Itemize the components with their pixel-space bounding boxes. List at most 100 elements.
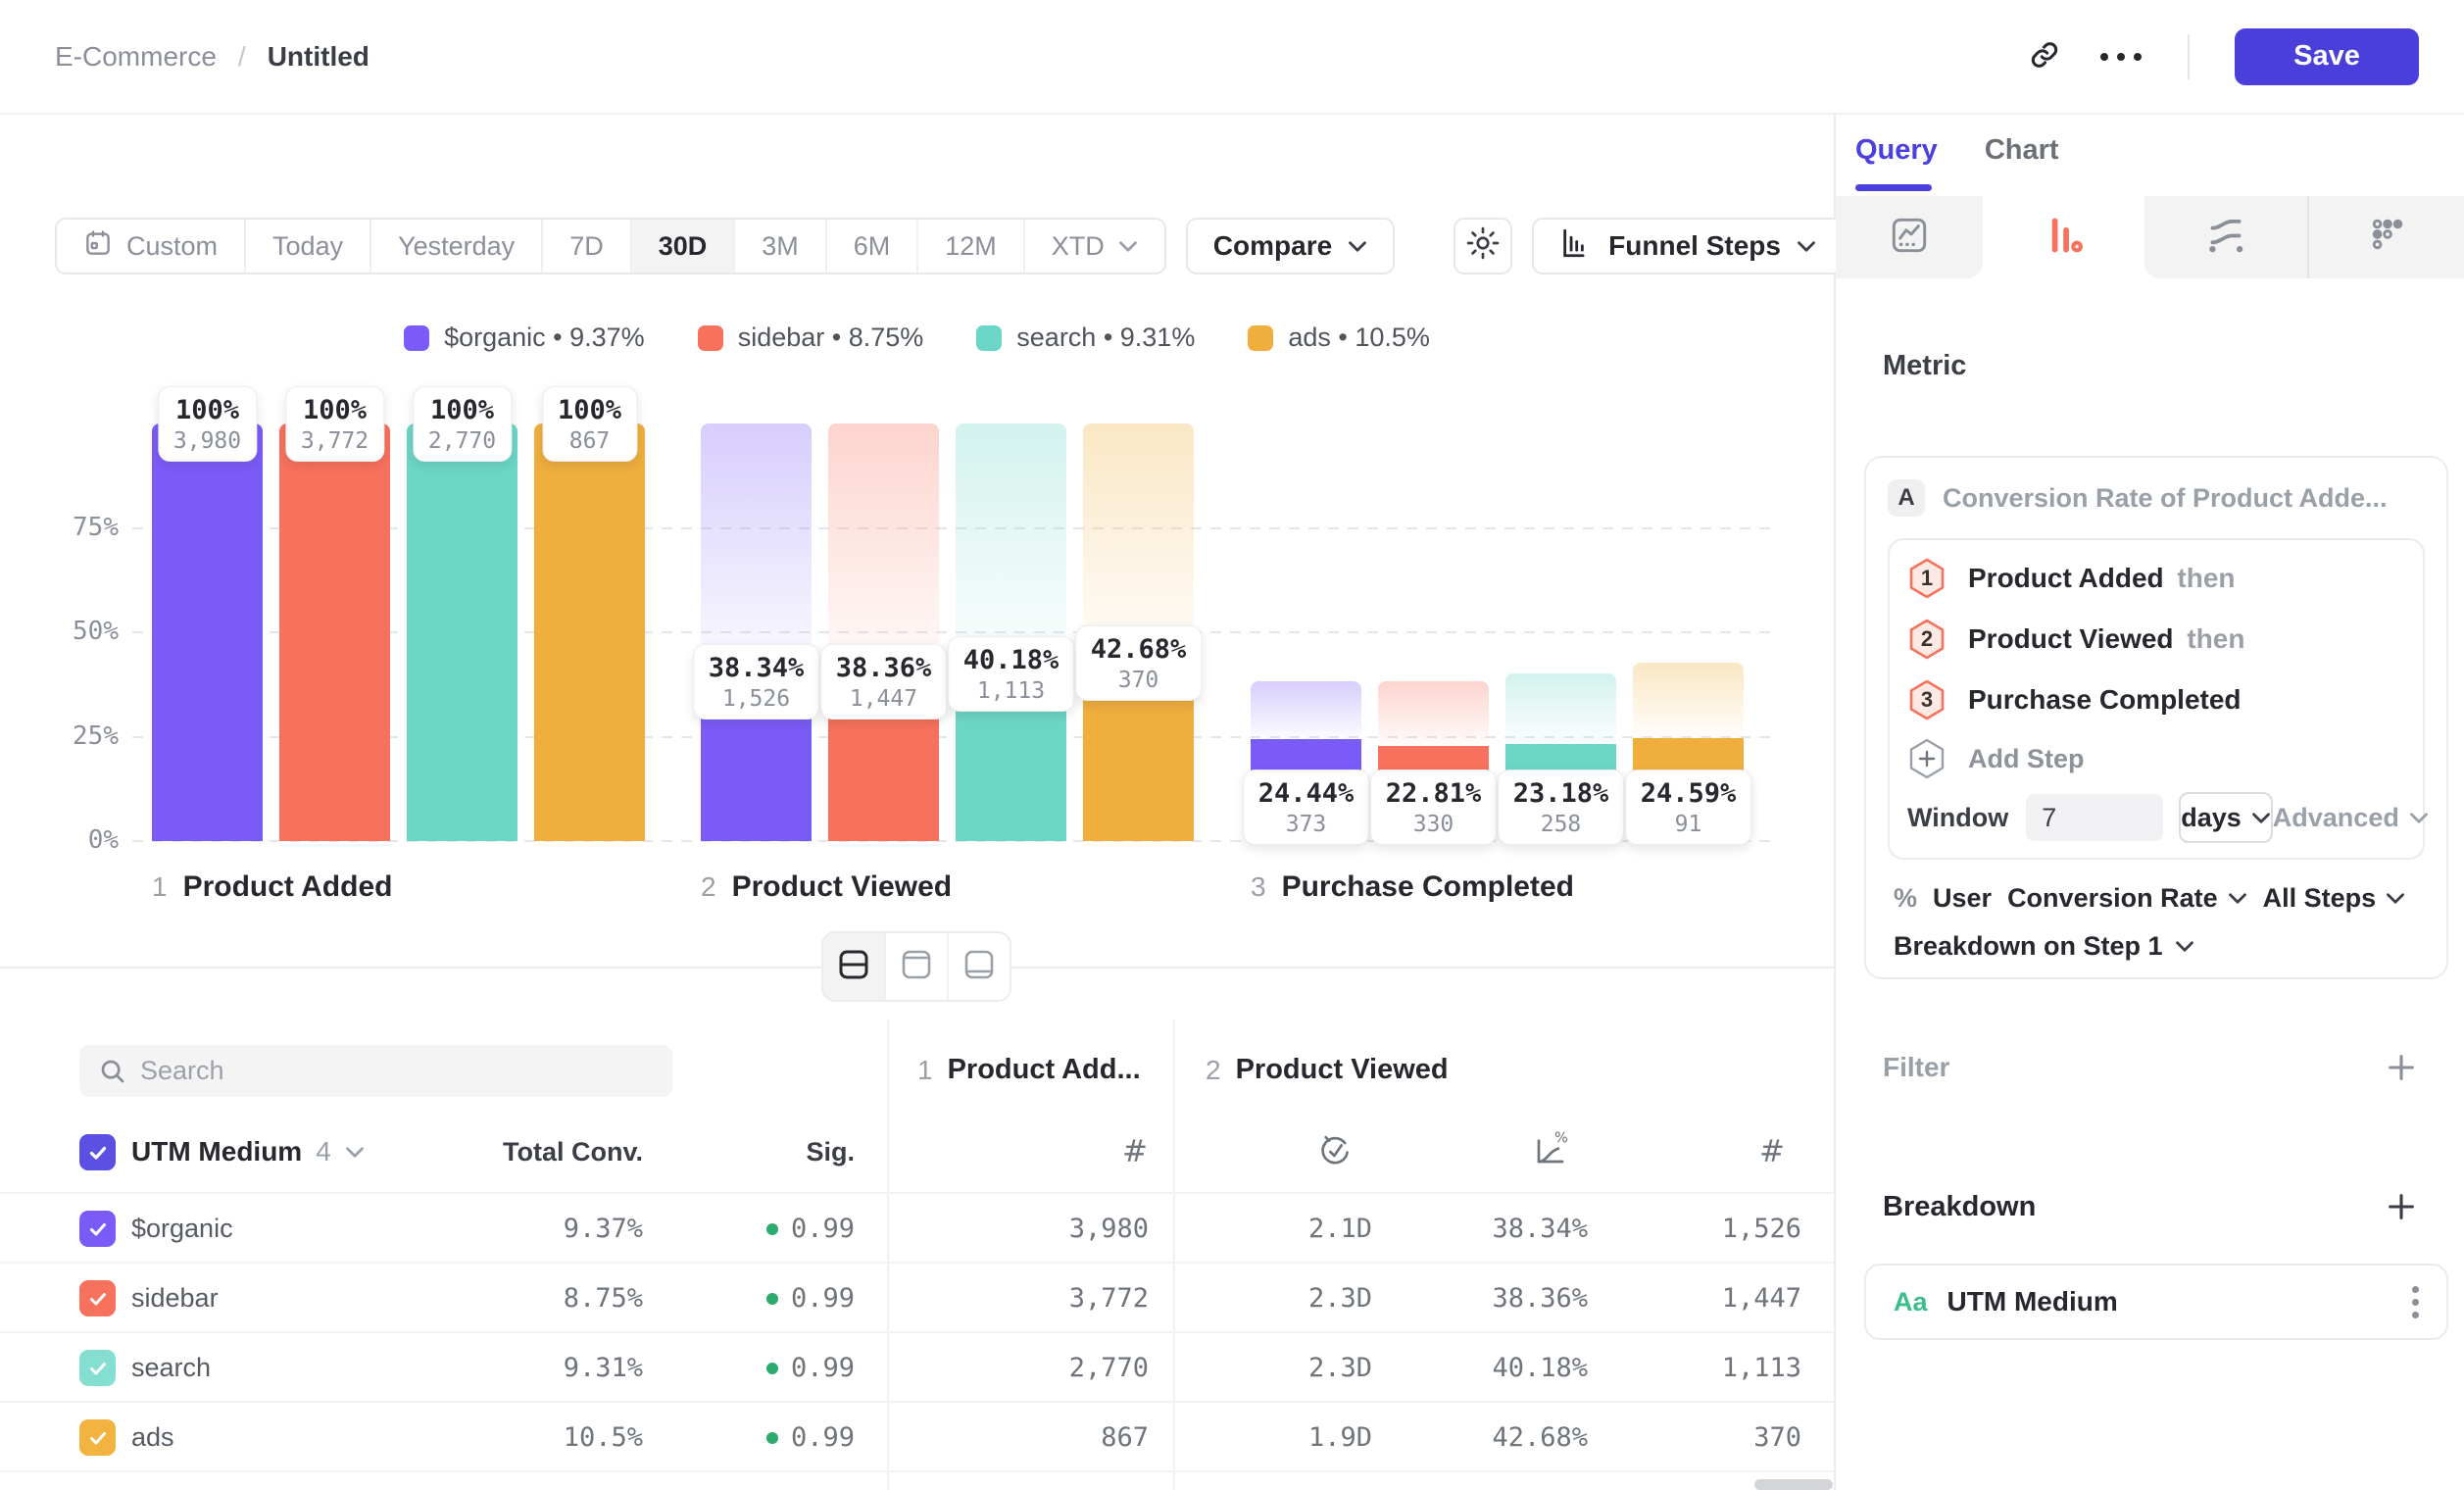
bottom-panel-view-button[interactable] [947,933,1010,1000]
chart-type-button[interactable]: Funnel Steps [1532,218,1844,274]
legend-item-3[interactable]: ads • 10.5% [1248,323,1430,353]
metric-type-funnel-tab[interactable] [1983,196,2144,278]
row-conv: 40.18% [1411,1333,1588,1403]
step-name: Product Added [183,870,393,904]
measure-metric-select[interactable]: Conversion Rate [2007,883,2247,914]
split-view-button[interactable] [823,933,884,1000]
more-options-button[interactable] [2099,35,2143,78]
window-value-input[interactable] [2026,794,2163,841]
add-breakdown-button[interactable] [2382,1187,2421,1226]
range-tab-7d[interactable]: 7D [541,220,630,273]
breakdown-on-step-select[interactable]: Breakdown on Step 1 [1888,931,2425,962]
ellipsis-icon [2100,53,2142,61]
bar-value-tooltip: 100% 867 [542,386,637,462]
check-icon [86,1357,110,1380]
row-checkbox[interactable] [79,1280,116,1316]
measure-scope-select[interactable]: All Steps [2263,883,2406,914]
tooltip-conversion-pct: 40.18% [963,644,1060,677]
range-tab-yesterday[interactable]: Yesterday [370,220,541,273]
range-tab-xtd[interactable]: XTD [1023,220,1164,273]
table-row-sidebar[interactable]: sidebar 0.998.75%3,7722.3D38.36%1,447 [0,1262,1834,1331]
table-row-ads[interactable]: ads 0.9910.5%8671.9D42.68%370 [0,1401,1834,1470]
sig-column-header[interactable]: Sig. [676,1126,855,1177]
metric-type-retention-tab[interactable] [2144,196,2307,278]
table-row-$organic[interactable]: $organic 0.999.37%3,9802.1D38.34%1,526 [0,1192,1834,1262]
top-panel-view-button[interactable] [884,933,947,1000]
query-step-suffix: then [2180,623,2245,654]
kebab-menu-icon[interactable] [2412,1286,2419,1318]
share-link-button[interactable] [2023,35,2066,78]
sig-value: 0.99 [791,1422,855,1453]
count-column-header[interactable]: # [1113,1130,1157,1173]
split-view-icon [836,947,871,987]
row-significance: 0.99 [676,1194,855,1264]
chart-percent-icon: % [1531,1130,1570,1174]
breakdown-column-header[interactable]: UTM Medium 4 [131,1126,365,1177]
bar-value-tooltip: 42.68% 370 [1075,625,1203,701]
chart-settings-button[interactable] [1454,218,1512,274]
avg-time-column-header[interactable] [1313,1130,1356,1173]
date-range-tabs: CustomTodayYesterday7D30D3M6M12MXTD [55,218,1166,274]
range-tab-12m[interactable]: 12M [916,220,1023,273]
count-column-header[interactable]: # [1750,1130,1794,1173]
range-tab-custom[interactable]: Custom [57,220,244,273]
breakdown-count: 4 [316,1126,331,1177]
range-tab-6m[interactable]: 6M [825,220,917,273]
conv-rate-column-header[interactable]: % [1529,1130,1572,1173]
row-name: $organic [131,1194,233,1264]
topbar-divider [2188,34,2190,79]
funnel-bar-search-step1[interactable] [407,423,517,841]
table-row-search[interactable]: search 0.999.31%2,7702.3D40.18%1,113 [0,1331,1834,1401]
search-icon [98,1057,127,1091]
query-step-2[interactable]: 2 Product Viewed then [1890,609,2423,670]
funnel-bar-$organic-step1[interactable] [152,423,263,841]
advanced-toggle[interactable]: Advanced [2273,803,2429,833]
select-all-checkbox[interactable] [79,1134,116,1170]
search-input[interactable] [79,1045,672,1097]
tab-chart[interactable]: Chart [1985,134,2059,167]
row-avg_time: 2.3D [1196,1264,1372,1333]
add-step-button[interactable]: Add Step [1890,730,2423,787]
row-checkbox[interactable] [79,1419,116,1456]
range-tab-3m[interactable]: 3M [733,220,825,273]
breadcrumb-current[interactable]: Untitled [268,41,370,73]
step-badge-number: 2 [1907,618,1947,661]
row-total_conv: 8.75% [431,1264,643,1333]
query-step-3[interactable]: 3 Purchase Completed [1890,670,2423,730]
legend-item-0[interactable]: $organic • 9.37% [404,323,645,353]
metric-title-row[interactable]: A Conversion Rate of Product Adde... [1888,477,2425,519]
row-conv: 38.34% [1411,1194,1588,1264]
add-filter-button[interactable] [2382,1048,2421,1087]
row-avg_time: 2.3D [1196,1333,1372,1403]
query-step-1[interactable]: 1 Product Added then [1890,548,2423,609]
window-unit-select[interactable]: days [2179,792,2273,843]
legend-item-2[interactable]: search • 9.31% [976,323,1195,353]
tooltip-conversion-pct: 24.59% [1641,777,1737,811]
row-checkbox[interactable] [79,1211,116,1247]
row-count: 1,113 [1625,1333,1801,1403]
save-button[interactable]: Save [2235,28,2419,85]
tab-query[interactable]: Query [1855,134,1938,167]
funnel-bar-ads-step1[interactable] [534,423,645,841]
metric-type-insights-tab[interactable] [1836,196,1983,278]
metric-title: Conversion Rate of Product Adde... [1943,483,2388,514]
string-property-icon: Aa [1894,1287,1928,1317]
calendar-icon [83,228,113,265]
funnel-bar-sidebar-step1[interactable] [279,423,390,841]
row-total_conv: 9.31% [431,1333,643,1403]
group-step-label: Product Add... [948,1044,1141,1096]
breakdown-item-utm-medium[interactable]: Aa UTM Medium [1864,1264,2448,1340]
row-checkbox[interactable] [79,1350,116,1386]
legend-item-1[interactable]: sidebar • 8.75% [698,323,924,353]
compare-button[interactable]: Compare [1186,218,1395,274]
range-tab-today[interactable]: Today [244,220,370,273]
row-count: 1,447 [1625,1264,1801,1333]
breadcrumb-parent[interactable]: E-Commerce [55,41,217,73]
bar-value-tooltip: 22.81% 330 [1370,770,1498,845]
add-step-label: Add Step [1968,744,2085,774]
horizontal-scrollbar-thumb[interactable] [1754,1479,1833,1490]
metric-type-matrix-tab[interactable] [2309,196,2464,278]
total-conv-column-header[interactable]: Total Conv. [431,1126,643,1177]
range-tab-30d[interactable]: 30D [630,220,734,273]
measure-entity[interactable]: User [1933,883,1992,914]
